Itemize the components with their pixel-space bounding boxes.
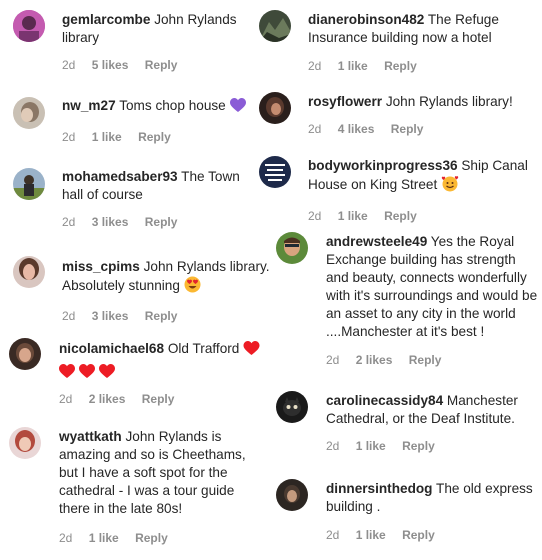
comment-time: 2d [62, 215, 76, 229]
comment-likes[interactable]: 2 likes [89, 392, 126, 406]
comment-meta: 2d 1 like Reply [308, 208, 538, 224]
comment-username[interactable]: dianerobinson482 [308, 12, 424, 27]
comment-meta: 2d 1 like Reply [59, 530, 254, 546]
reply-button[interactable]: Reply [402, 439, 435, 453]
avatar[interactable] [13, 256, 45, 288]
comment-username[interactable]: rosyflowerr [308, 94, 382, 109]
comment-time: 2d [326, 439, 340, 453]
red-heart-icon [59, 364, 75, 384]
comment-likes[interactable]: 1 like [338, 209, 368, 223]
comment-likes[interactable]: 3 likes [92, 215, 129, 229]
comment-meta: 2d 3 likes Reply [62, 308, 272, 324]
comment-time: 2d [326, 528, 340, 542]
heart-eyes-icon [184, 276, 201, 298]
comment-username[interactable]: andrewsteele49 [326, 234, 427, 249]
comment-time: 2d [308, 59, 322, 73]
comment-time: 2d [59, 392, 73, 406]
comment-likes[interactable]: 1 like [89, 531, 119, 545]
reply-button[interactable]: Reply [142, 392, 175, 406]
comment-username[interactable]: carolinecassidy84 [326, 393, 443, 408]
reply-button[interactable]: Reply [145, 215, 178, 229]
comment-text: Old Trafford [167, 341, 240, 356]
comment-meta: 2d 1 like Reply [62, 129, 267, 145]
avatar[interactable] [259, 10, 291, 42]
comment-likes[interactable]: 1 like [338, 59, 368, 73]
reply-button[interactable]: Reply [402, 528, 435, 542]
avatar[interactable] [13, 10, 45, 42]
comment-username[interactable]: nw_m27 [62, 98, 116, 113]
reply-button[interactable]: Reply [409, 353, 442, 367]
comment-likes[interactable]: 2 likes [356, 353, 393, 367]
smiling-face-with-hearts-icon [441, 175, 459, 197]
comment-username[interactable]: nicolamichael68 [59, 341, 164, 356]
comment-likes[interactable]: 1 like [92, 130, 122, 144]
avatar[interactable] [259, 92, 291, 124]
red-heart-icon [98, 364, 115, 384]
red-heart-icon [78, 364, 95, 384]
comment-likes[interactable]: 4 likes [338, 122, 375, 136]
avatar[interactable] [13, 168, 45, 200]
comment-time: 2d [308, 122, 322, 136]
avatar[interactable] [9, 427, 41, 459]
comment-likes[interactable]: 5 likes [92, 58, 129, 72]
comment-meta: 2d 2 likes Reply [59, 391, 269, 407]
reply-button[interactable]: Reply [145, 309, 178, 323]
avatar[interactable] [259, 156, 291, 188]
comment-meta: 2d 1 like Reply [326, 438, 538, 454]
reply-button[interactable]: Reply [135, 531, 168, 545]
avatar[interactable] [276, 391, 308, 423]
comment-time: 2d [62, 58, 76, 72]
reply-button[interactable]: Reply [145, 58, 178, 72]
comment-meta: 2d 2 likes Reply [326, 352, 538, 368]
purple-heart-icon [229, 98, 246, 118]
red-heart-icon [243, 341, 260, 361]
comment-username[interactable]: mohamedsaber93 [62, 169, 178, 184]
red-hearts-row [59, 363, 269, 381]
avatar[interactable] [13, 97, 45, 129]
avatar[interactable] [276, 479, 308, 511]
reply-button[interactable]: Reply [391, 122, 424, 136]
reply-button[interactable]: Reply [384, 59, 417, 73]
comment-time: 2d [59, 531, 73, 545]
comment-time: 2d [62, 130, 76, 144]
reply-button[interactable]: Reply [384, 209, 417, 223]
comment-text: John Rylands library! [385, 94, 513, 109]
comment-time: 2d [308, 209, 322, 223]
comment-username[interactable]: dinnersinthedog [326, 481, 432, 496]
avatar[interactable] [9, 338, 41, 370]
comment-meta: 2d 1 like Reply [308, 58, 538, 74]
comment-username[interactable]: bodyworkinprogress36 [308, 158, 458, 173]
comment-text: Yes the Royal Exchange building has stre… [326, 234, 538, 339]
comment-time: 2d [326, 353, 340, 367]
comment-time: 2d [62, 309, 76, 323]
comment-username[interactable]: wyattkath [59, 429, 122, 444]
comment-meta: 2d 4 likes Reply [308, 121, 538, 137]
reply-button[interactable]: Reply [138, 130, 171, 144]
comment-meta: 2d 5 likes Reply [62, 57, 262, 73]
avatar[interactable] [276, 232, 308, 264]
comment-text: Toms chop house [119, 98, 226, 113]
comment-likes[interactable]: 1 like [356, 528, 386, 542]
comment-username[interactable]: gemlarcombe [62, 12, 150, 27]
comment-username[interactable]: miss_cpims [62, 259, 140, 274]
comment-meta: 2d 1 like Reply [326, 527, 538, 543]
comment-meta: 2d 3 likes Reply [62, 214, 252, 230]
comment-likes[interactable]: 3 likes [92, 309, 129, 323]
comment-likes[interactable]: 1 like [356, 439, 386, 453]
